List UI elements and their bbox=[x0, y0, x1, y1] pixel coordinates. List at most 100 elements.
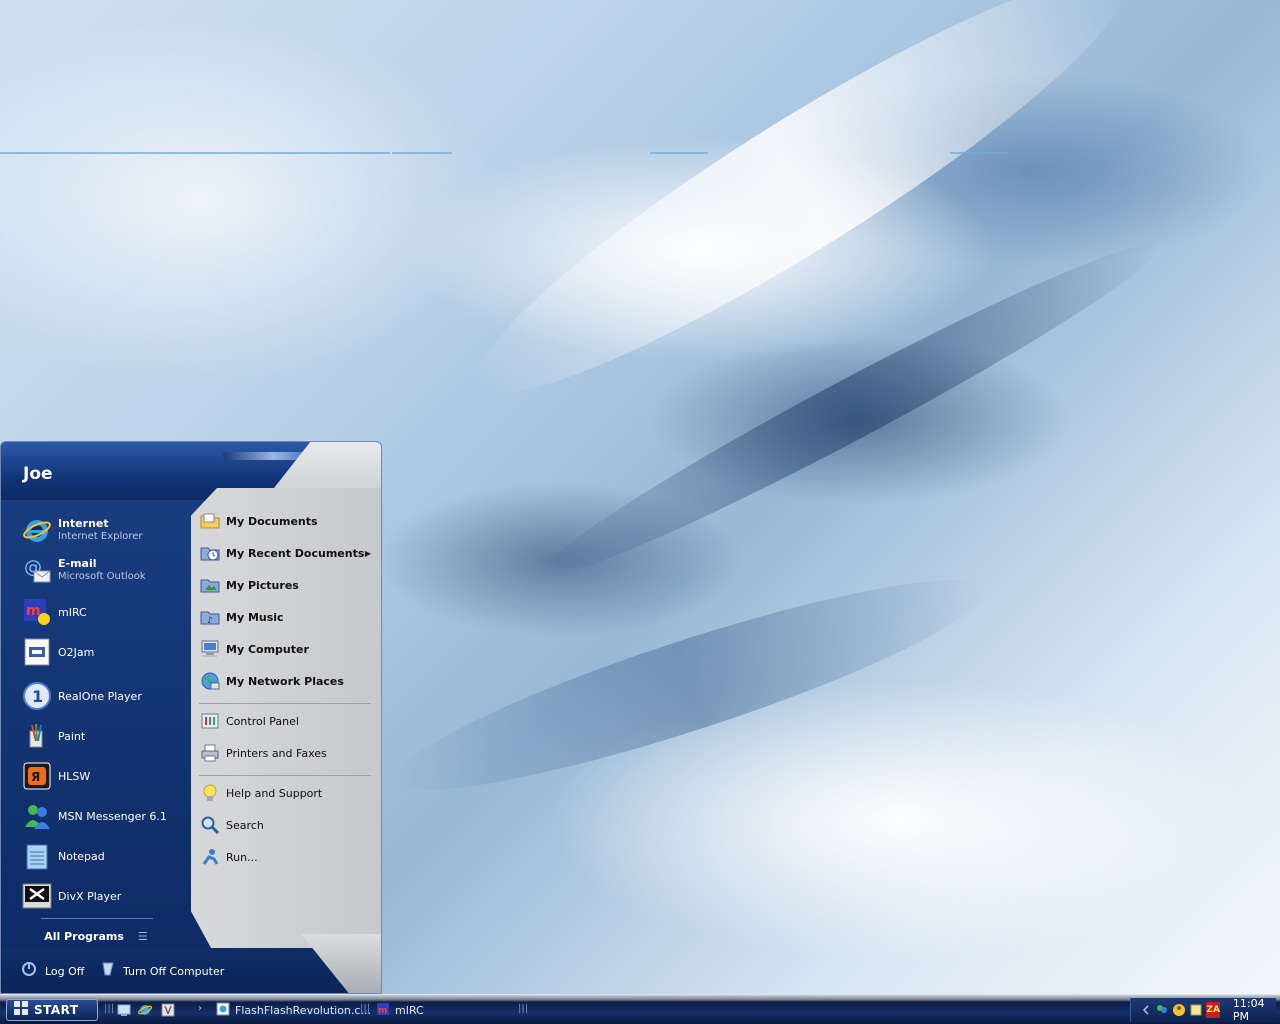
separator bbox=[41, 918, 153, 919]
svg-text:Я: Я bbox=[31, 770, 40, 784]
zonealarm-tray-icon[interactable]: ZA bbox=[1206, 1002, 1220, 1018]
run-icon bbox=[199, 846, 221, 868]
wallpaper-streak bbox=[526, 219, 1174, 601]
msn-tray-icon[interactable] bbox=[1155, 1002, 1169, 1018]
taskbar: START ||| › FlashFlashRevolution.c... ||… bbox=[0, 994, 1280, 1024]
setting-printers-faxes[interactable]: Printers and Faxes bbox=[199, 740, 377, 766]
realone-player-icon: 1 bbox=[21, 680, 53, 712]
recent-documents-icon bbox=[199, 542, 221, 564]
folder-pictures-icon bbox=[199, 574, 221, 596]
tool-label: Search bbox=[226, 818, 264, 832]
svg-text:m: m bbox=[378, 1006, 387, 1016]
folder-documents-icon bbox=[199, 510, 221, 532]
app-name: DivX Player bbox=[58, 889, 122, 903]
place-my-computer[interactable]: My Computer bbox=[199, 636, 377, 662]
app-subtitle: Internet Explorer bbox=[58, 531, 143, 542]
place-label: My Music bbox=[226, 610, 284, 624]
task-button-mirc[interactable]: m mIRC bbox=[376, 1000, 424, 1020]
submenu-arrow-icon: ▶ bbox=[364, 548, 371, 558]
recent-item-mirc[interactable]: m mIRC bbox=[21, 594, 189, 630]
volume-tray-icon[interactable] bbox=[1189, 1002, 1203, 1018]
recent-item-paint[interactable]: Paint bbox=[21, 718, 189, 754]
setting-label: Printers and Faxes bbox=[226, 746, 327, 760]
zonealarm-badge: ZA bbox=[1206, 1005, 1220, 1015]
task-label: mIRC bbox=[395, 1003, 424, 1017]
place-my-music[interactable]: ♪ My Music bbox=[199, 604, 377, 630]
recent-item-msn[interactable]: MSN Messenger 6.1 bbox=[21, 798, 189, 834]
user-name: Joe bbox=[23, 464, 53, 484]
wallpaper-line bbox=[950, 152, 1008, 154]
app-name: RealOne Player bbox=[58, 689, 142, 703]
start-label: START bbox=[34, 1003, 79, 1017]
place-label: My Recent Documents bbox=[226, 546, 365, 560]
help-bulb-icon bbox=[199, 782, 221, 804]
log-off-button[interactable]: Log Off bbox=[21, 960, 84, 982]
internet-explorer-icon bbox=[21, 514, 53, 546]
toolbar-grip[interactable]: ||| bbox=[104, 1003, 114, 1014]
quick-launch-chevron-icon[interactable]: › bbox=[198, 1003, 202, 1014]
menu-lines-icon: ☰ bbox=[137, 929, 148, 943]
recent-item-hlsw[interactable]: Я HLSW bbox=[21, 758, 189, 794]
tool-label: Help and Support bbox=[226, 786, 323, 800]
control-panel-icon bbox=[199, 710, 221, 732]
app-subtitle: Microsoft Outlook bbox=[58, 571, 146, 582]
task-separator: ||| bbox=[360, 1003, 371, 1014]
user-tray-icon[interactable] bbox=[1172, 1002, 1186, 1018]
start-button[interactable]: START bbox=[6, 999, 98, 1021]
pinned-item-email[interactable]: @ E-mail Microsoft Outlook bbox=[21, 552, 189, 588]
recent-item-realone[interactable]: 1 RealOne Player bbox=[21, 678, 189, 714]
internet-explorer-icon[interactable] bbox=[137, 1002, 153, 1018]
separator bbox=[199, 775, 371, 776]
show-desktop-icon[interactable] bbox=[116, 1002, 132, 1018]
mirc-icon: m bbox=[21, 596, 53, 628]
windows-logo-icon bbox=[13, 1000, 29, 1020]
tool-help-support[interactable]: Help and Support bbox=[199, 780, 377, 806]
pinned-item-internet[interactable]: Internet Internet Explorer bbox=[21, 512, 189, 548]
turn-off-label: Turn Off Computer bbox=[123, 964, 225, 978]
place-label: My Computer bbox=[226, 642, 309, 656]
app-name: O2Jam bbox=[58, 645, 95, 659]
mirc-icon: m bbox=[376, 1002, 390, 1019]
place-my-documents[interactable]: My Documents bbox=[199, 508, 377, 534]
all-programs-button[interactable]: All Programs ☰ bbox=[21, 925, 171, 947]
app-name: MSN Messenger 6.1 bbox=[58, 809, 167, 823]
paint-icon[interactable] bbox=[160, 1002, 176, 1018]
place-my-pictures[interactable]: My Pictures bbox=[199, 572, 377, 598]
app-name: Notepad bbox=[58, 849, 105, 863]
search-icon bbox=[199, 814, 221, 836]
divx-player-icon bbox=[21, 880, 53, 912]
setting-control-panel[interactable]: Control Panel bbox=[199, 708, 377, 734]
clock[interactable]: 11:04 PM bbox=[1233, 997, 1276, 1023]
recent-item-o2jam[interactable]: O2Jam bbox=[21, 634, 189, 670]
log-off-icon bbox=[21, 960, 39, 982]
recent-item-notepad[interactable]: Notepad bbox=[21, 838, 189, 874]
wallpaper-line bbox=[0, 152, 390, 154]
place-my-network-places[interactable]: My Network Places bbox=[199, 668, 377, 694]
network-places-icon bbox=[199, 670, 221, 692]
start-menu: Joe Internet Internet Explorer @ E-mail … bbox=[0, 441, 382, 994]
log-off-label: Log Off bbox=[45, 964, 85, 978]
tray-expand-icon[interactable] bbox=[1139, 1002, 1152, 1018]
hlsw-icon: Я bbox=[21, 760, 53, 792]
power-icon bbox=[99, 960, 117, 982]
wallpaper-line bbox=[392, 152, 452, 154]
ie-page-icon bbox=[216, 1002, 230, 1019]
wallpaper-streak bbox=[443, 0, 1157, 442]
tool-search[interactable]: Search bbox=[199, 812, 377, 838]
wallpaper-streak bbox=[381, 546, 999, 824]
wallpaper-line bbox=[650, 152, 708, 154]
msn-messenger-icon bbox=[21, 800, 53, 832]
place-label: My Documents bbox=[226, 514, 318, 528]
task-label: FlashFlashRevolution.c... bbox=[235, 1003, 371, 1017]
tool-run[interactable]: Run... bbox=[199, 844, 377, 870]
place-label: My Network Places bbox=[226, 674, 344, 688]
task-button-flashflashrevolution[interactable]: FlashFlashRevolution.c... bbox=[216, 1000, 371, 1020]
turn-off-button[interactable]: Turn Off Computer bbox=[99, 960, 224, 982]
svg-text:m: m bbox=[26, 603, 41, 619]
app-name: E-mail bbox=[58, 557, 97, 570]
place-my-recent-documents[interactable]: My Recent Documents ▶ bbox=[199, 540, 377, 566]
folder-music-icon: ♪ bbox=[199, 606, 221, 628]
tool-label: Run... bbox=[226, 850, 258, 864]
recent-item-divx[interactable]: DivX Player bbox=[21, 878, 189, 914]
setting-label: Control Panel bbox=[226, 714, 299, 728]
